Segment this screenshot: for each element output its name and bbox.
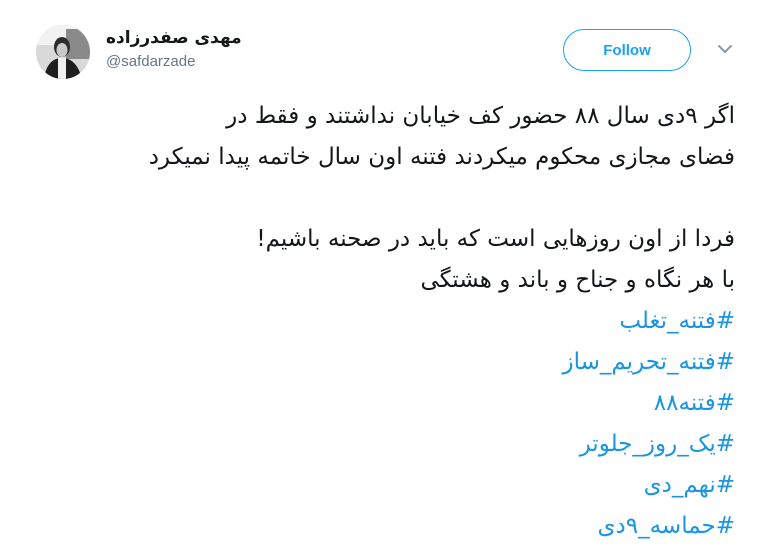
tweet-line: فضای مجازی محکوم میکردند فتنه اون سال خا…: [148, 144, 735, 170]
tweet-line: اگر ۹دی سال ۸۸ حضور کف خیابان نداشتند و …: [226, 103, 735, 129]
follow-button[interactable]: Follow: [563, 29, 691, 71]
hashtag-link[interactable]: #حماسه_۹دی: [597, 513, 735, 539]
hashtag-link[interactable]: #فتنه۸۸: [654, 390, 735, 416]
chevron-down-icon[interactable]: [713, 37, 737, 61]
avatar[interactable]: [36, 25, 90, 79]
hashtag-link[interactable]: #یک_روز_جلوتر: [580, 431, 735, 457]
author-block: مهدی صفدرزاده @safdarzade: [106, 26, 286, 72]
tweet-line: فردا از اون روزهایی است که باید در صحنه …: [256, 226, 735, 252]
author-handle[interactable]: @safdarzade: [106, 52, 286, 72]
hashtag-link[interactable]: #فتنه_تغلب: [619, 308, 735, 334]
tweet-text: اگر ۹دی سال ۸۸ حضور کف خیابان نداشتند و …: [35, 96, 735, 547]
hashtag-link[interactable]: #فتنه_تحریم_ساز: [562, 349, 735, 375]
author-display-name[interactable]: مهدی صفدرزاده: [106, 26, 286, 50]
tweet-line: با هر نگاه و جناح و باند و هشتگی: [420, 267, 735, 293]
hashtag-link[interactable]: #نهم_دی: [644, 472, 735, 498]
avatar-photo: [36, 25, 90, 79]
